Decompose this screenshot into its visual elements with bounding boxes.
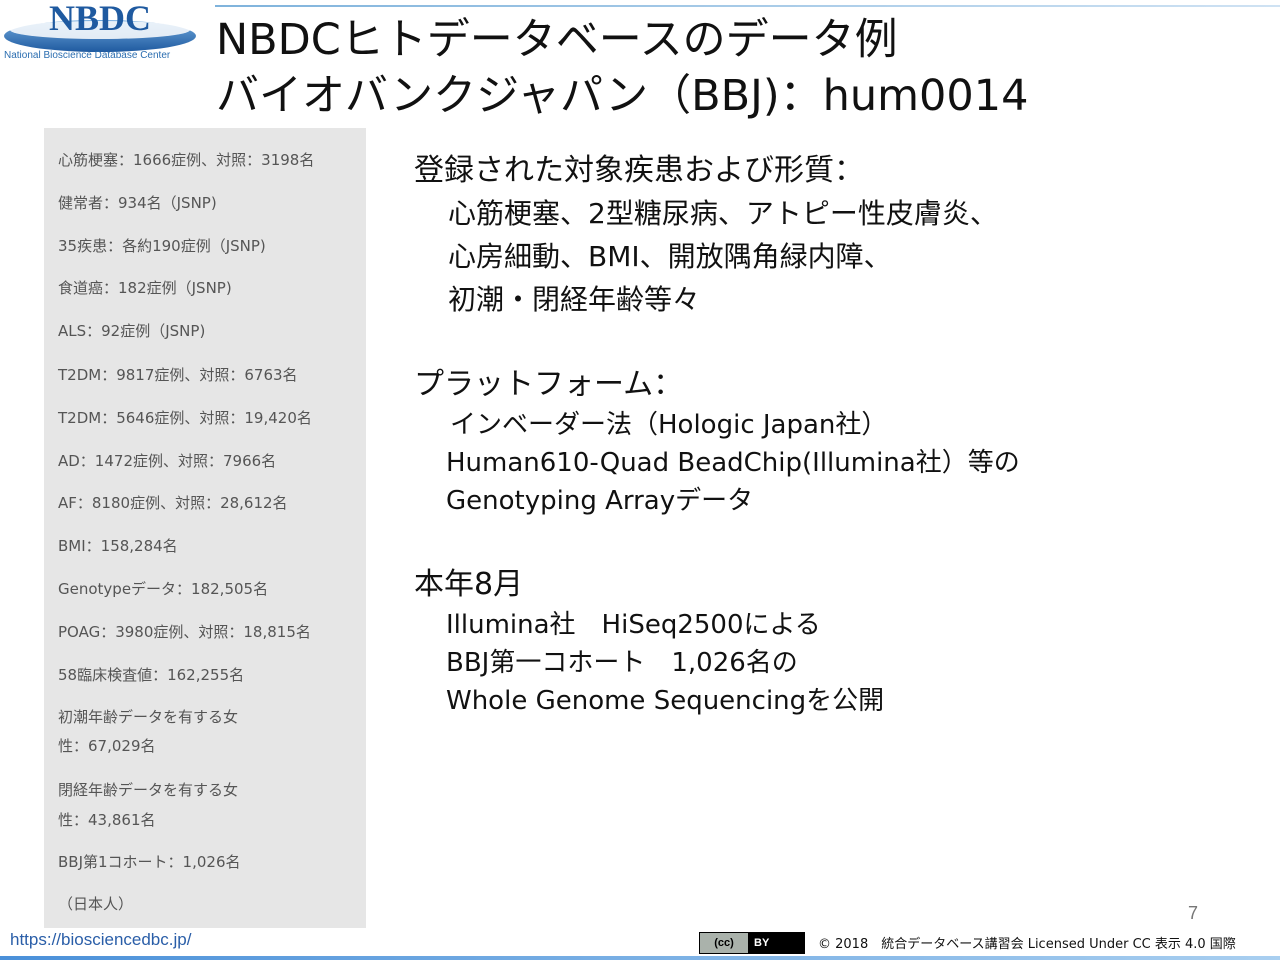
sidebar-item: 35疾患：各約190症例（JSNP) bbox=[58, 237, 266, 255]
sidebar-item: POAG：3980症例、対照：18,815名 bbox=[58, 623, 311, 641]
sidebar-item: 性：67,029名 bbox=[58, 737, 156, 755]
platform-line: Human610-Quad BeadChip(Illumina社）等の bbox=[446, 448, 1020, 478]
august-list: Illumina社 HiSeq2500による BBJ第一コホート 1,026名の… bbox=[414, 606, 884, 720]
page-number: 7 bbox=[1188, 903, 1199, 923]
sidebar-item: 心筋梗塞：1666症例、対照：3198名 bbox=[58, 151, 315, 169]
august-line: BBJ第一コホート 1,026名の bbox=[446, 648, 798, 678]
slide-title: NBDCヒトデータベースのデータ例 バイオバンクジャパン（BBJ)：hum001… bbox=[216, 12, 1276, 124]
platform-line: インベーダー法（Hologic Japan社） bbox=[450, 410, 888, 440]
sidebar-item: 58臨床検査値：162,255名 bbox=[58, 666, 245, 684]
title-line-1: NBDCヒトデータベースのデータ例 bbox=[216, 15, 898, 65]
footer-url-link[interactable]: https://biosciencedbc.jp/ bbox=[10, 930, 191, 950]
platform-list: インベーダー法（Hologic Japan社） Human610-Quad Be… bbox=[414, 406, 1020, 520]
sidebar-item: （日本人） bbox=[58, 895, 134, 913]
dataset-sidebar: 心筋梗塞：1666症例、対照：3198名 健常者：934名（JSNP) 35疾患… bbox=[44, 128, 366, 928]
license-text: © 2018 統合データベース講習会 Licensed Under CC 表示 … bbox=[818, 937, 1236, 952]
august-block: 本年8月 Illumina社 HiSeq2500による BBJ第一コホート 1,… bbox=[414, 564, 884, 720]
sidebar-item: Genotypeデータ：182,505名 bbox=[58, 580, 269, 598]
august-line: Illumina社 HiSeq2500による bbox=[446, 610, 821, 640]
disease-line: 心房細動、BMI、開放隅角緑内障、 bbox=[448, 240, 892, 273]
logo-subtitle: National Bioscience Database Center bbox=[4, 50, 171, 61]
sidebar-item: 健常者：934名（JSNP) bbox=[58, 194, 217, 212]
diseases-heading: 登録された対象疾患および形質： bbox=[414, 153, 864, 188]
nbdc-logo: NBDC National Bioscience Database Center bbox=[0, 0, 200, 70]
sidebar-item: T2DM：9817症例、対照：6763名 bbox=[58, 366, 298, 384]
by-icon: BY bbox=[748, 933, 804, 953]
diseases-block: 登録された対象疾患および形質： 心筋梗塞、2型糖尿病、アトピー性皮膚炎、 心房細… bbox=[414, 150, 998, 321]
title-line-2: バイオバンクジャパン（BBJ)：hum0014 bbox=[216, 71, 1029, 121]
platform-line: Genotyping Arrayデータ bbox=[446, 486, 754, 516]
sidebar-item: BMI：158,284名 bbox=[58, 537, 178, 555]
august-heading: 本年8月 bbox=[414, 567, 524, 602]
diseases-list: 心筋梗塞、2型糖尿病、アトピー性皮膚炎、 心房細動、BMI、開放隅角緑内障、 初… bbox=[414, 192, 998, 321]
cc-by-license-icon: (cc) BY bbox=[699, 932, 805, 954]
sidebar-item: T2DM：5646症例、対照：19,420名 bbox=[58, 409, 312, 427]
sidebar-item: 閉経年齢データを有する女 bbox=[58, 781, 239, 799]
sidebar-item: BBJ第1コホート：1,026名 bbox=[58, 853, 241, 871]
platform-block: プラットフォーム： インベーダー法（Hologic Japan社） Human6… bbox=[414, 364, 1020, 520]
footer-rule bbox=[0, 956, 1280, 960]
disease-line: 初潮・閉経年齢等々 bbox=[448, 283, 701, 316]
sidebar-item: 性：43,861名 bbox=[58, 811, 156, 829]
sidebar-item: AF：8180症例、対照：28,612名 bbox=[58, 494, 288, 512]
disease-line: 心筋梗塞、2型糖尿病、アトピー性皮膚炎、 bbox=[448, 197, 998, 230]
sidebar-item: 食道癌：182症例（JSNP) bbox=[58, 279, 232, 297]
sidebar-item: ALS：92症例（JSNP) bbox=[58, 322, 206, 340]
sidebar-item: 初潮年齢データを有する女 bbox=[58, 708, 239, 726]
header-rule bbox=[215, 5, 1280, 7]
august-line: Whole Genome Sequencingを公開 bbox=[446, 686, 885, 716]
logo-acronym: NBDC bbox=[49, 0, 151, 38]
sidebar-item: AD：1472症例、対照：7966名 bbox=[58, 452, 277, 470]
platform-heading: プラットフォーム： bbox=[414, 367, 684, 402]
cc-icon: (cc) bbox=[700, 933, 748, 953]
